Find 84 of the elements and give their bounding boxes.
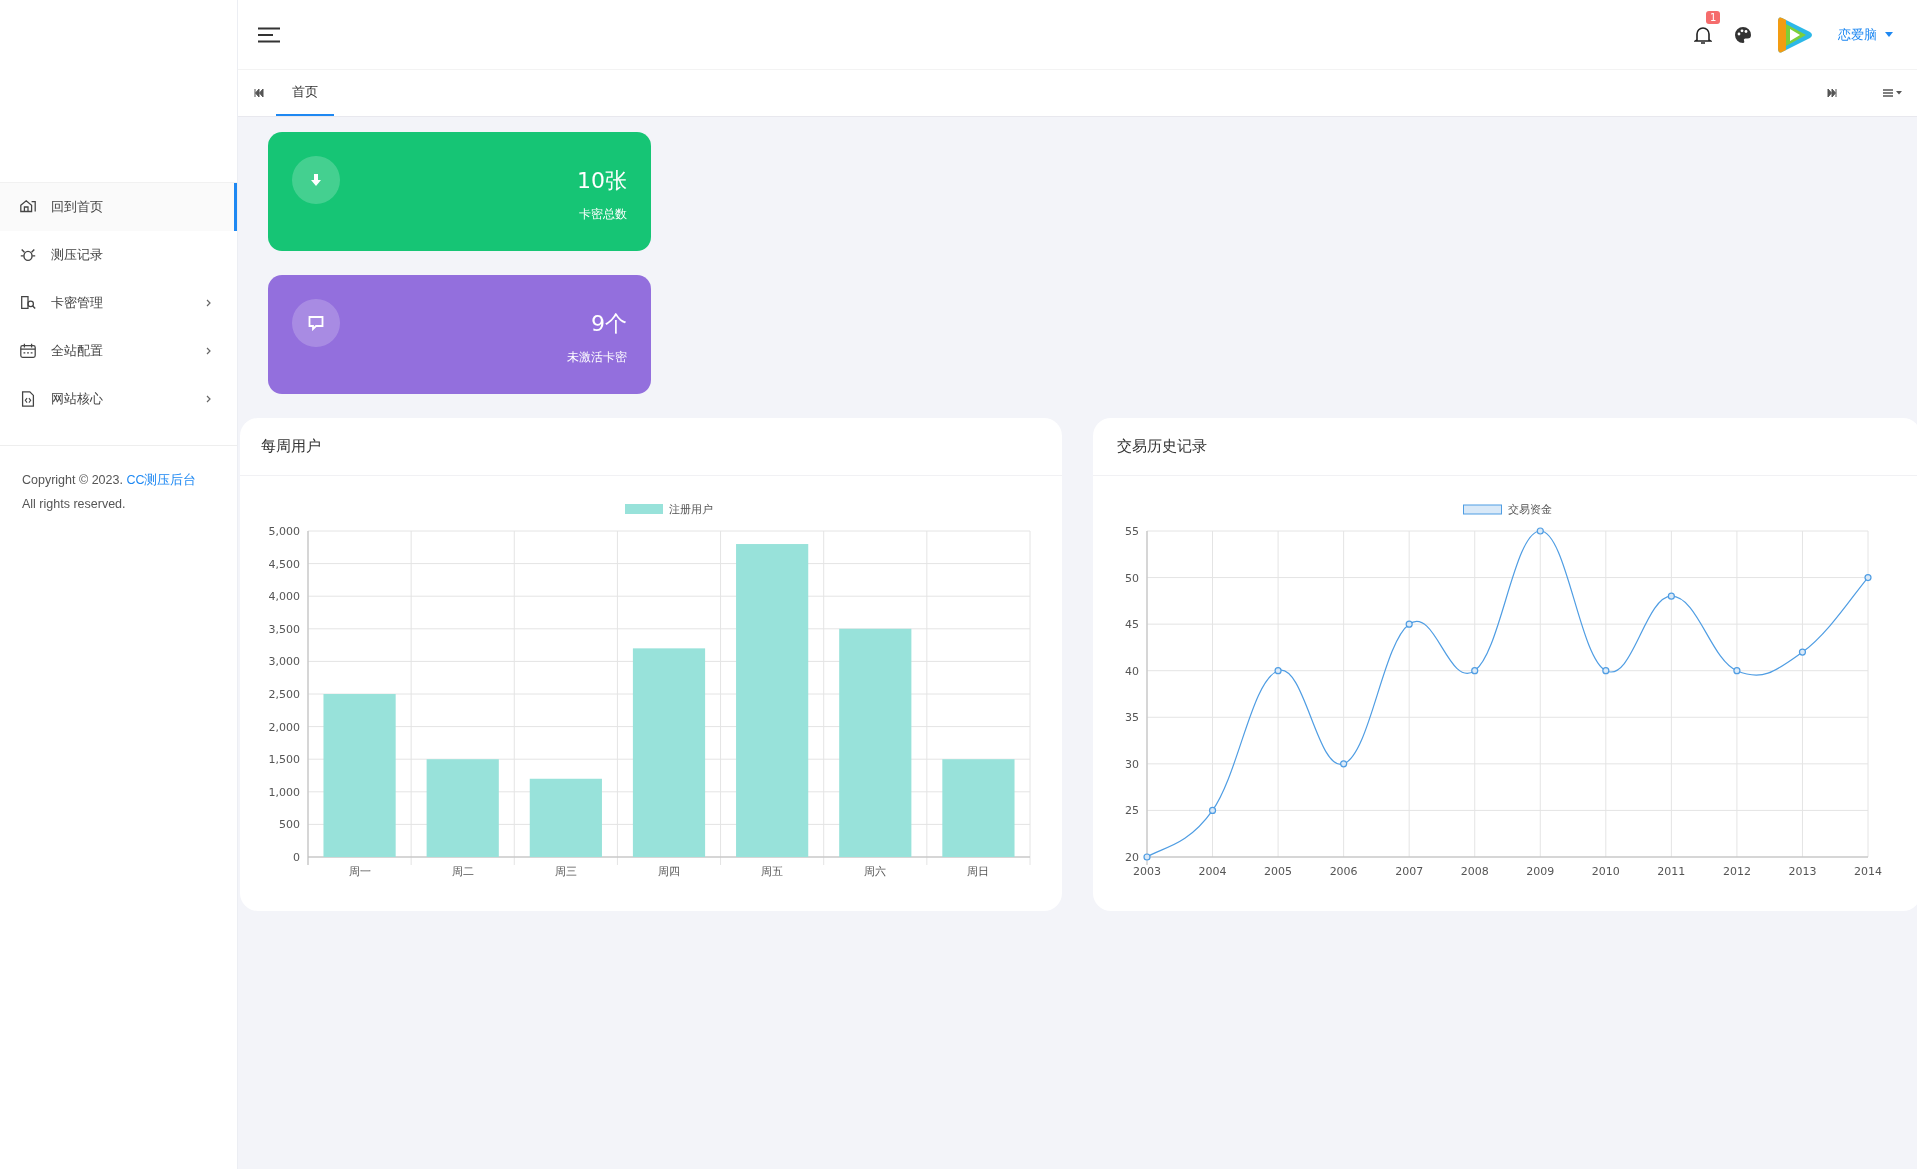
axis-tick-label: 500 xyxy=(279,818,300,832)
download-icon xyxy=(309,173,323,187)
axis-tick-label: 2006 xyxy=(1329,865,1358,878)
axis-tick-label: 20 xyxy=(1125,851,1139,864)
data-point xyxy=(1471,667,1479,675)
data-point xyxy=(1864,573,1872,582)
panel-title: 每周用户 xyxy=(261,437,321,456)
legend-swatch[interactable] xyxy=(1463,504,1502,515)
notification-badge: 1 xyxy=(1706,10,1721,24)
axis-tick-label: 40 xyxy=(1125,664,1139,678)
axis-tick-label: 1,500 xyxy=(268,753,300,767)
axis-tick-label: 2,000 xyxy=(268,720,300,734)
stat-label: 卡密总数 xyxy=(579,206,627,223)
data-point xyxy=(1798,648,1807,656)
sidebar-item[interactable]: 网站核心 xyxy=(0,375,237,423)
axis-tick-label: 0 xyxy=(293,851,300,864)
footer-link[interactable]: CC测压后台 xyxy=(126,473,197,487)
axis-tick-label: 5,000 xyxy=(268,525,300,538)
axis-tick-label: 2010 xyxy=(1591,865,1620,878)
copyright-text: Copyright © 2023. xyxy=(22,473,123,487)
axis-tick-label: 2012 xyxy=(1722,865,1751,878)
panel-title: 交易历史记录 xyxy=(1117,437,1207,456)
legend-swatch[interactable] xyxy=(625,504,663,514)
palette-icon[interactable] xyxy=(1734,25,1752,44)
data-point xyxy=(1143,853,1151,861)
chat-icon xyxy=(308,315,324,331)
tab[interactable]: 首页 xyxy=(276,70,334,116)
axis-tick-label: 周三 xyxy=(554,865,577,878)
axis-tick-label: 周四 xyxy=(658,865,680,878)
axis-tick-label: 2008 xyxy=(1460,865,1489,878)
list-menu-icon[interactable] xyxy=(1883,89,1903,97)
axis-tick-label: 4,500 xyxy=(268,557,300,571)
axis-tick-label: 2009 xyxy=(1526,865,1555,878)
calendar-icon xyxy=(19,342,37,360)
document-search-icon xyxy=(19,294,37,312)
code-file-icon xyxy=(19,390,37,408)
data-point xyxy=(1405,620,1413,628)
data-point xyxy=(1733,667,1741,675)
axis-tick-label: 周二 xyxy=(451,865,474,878)
skip-forward-icon[interactable] xyxy=(1827,89,1837,97)
skip-back-icon[interactable] xyxy=(254,89,264,97)
stat-label: 未激活卡密 xyxy=(567,349,627,366)
data-point xyxy=(1536,527,1544,535)
axis-tick-label: 30 xyxy=(1125,757,1139,771)
axis-tick-label: 2003 xyxy=(1133,865,1161,878)
data-point xyxy=(1602,667,1610,675)
stat-value: 9个 xyxy=(591,310,627,338)
sidebar-item[interactable]: 测压记录 xyxy=(0,231,237,279)
data-point xyxy=(1274,667,1282,675)
axis-tick-label: 55 xyxy=(1125,525,1139,538)
legend-label[interactable]: 交易资金 xyxy=(1507,503,1552,516)
axis-tick-label: 周六 xyxy=(864,865,887,878)
caret-icon xyxy=(1885,32,1893,37)
sidebar-item[interactable]: 回到首页 xyxy=(0,183,237,231)
axis-tick-label: 1,000 xyxy=(268,785,300,799)
stat-value: 10张 xyxy=(577,167,627,195)
axis-tick-label: 周五 xyxy=(761,865,784,878)
axis-tick-label: 2004 xyxy=(1198,865,1227,878)
data-point xyxy=(1208,806,1217,815)
axis-tick-label: 45 xyxy=(1125,618,1139,632)
data-point xyxy=(1340,760,1348,768)
bell-icon[interactable] xyxy=(1694,24,1712,45)
sidebar-item[interactable]: 卡密管理 xyxy=(0,279,237,327)
menu-icon[interactable] xyxy=(258,26,280,43)
axis-tick-label: 2007 xyxy=(1395,865,1424,878)
legend-label[interactable]: 注册用户 xyxy=(669,503,713,516)
bug-icon xyxy=(19,246,37,264)
axis-tick-label: 周日 xyxy=(967,865,990,878)
axis-tick-label: 3,500 xyxy=(268,622,300,636)
axis-tick-label: 2013 xyxy=(1788,865,1817,878)
axis-tick-label: 4,000 xyxy=(268,590,300,604)
rights-text: All rights reserved. xyxy=(22,496,127,513)
user-menu[interactable]: 恋爱脑 xyxy=(1838,25,1893,44)
axis-tick-label: 25 xyxy=(1125,804,1139,818)
axis-tick-label: 2014 xyxy=(1854,865,1882,878)
axis-tick-label: 2005 xyxy=(1264,865,1293,878)
data-point xyxy=(1667,592,1675,600)
axis-tick-label: 3,000 xyxy=(268,655,300,669)
axis-tick-label: 2,500 xyxy=(268,688,300,701)
axis-tick-label: 2011 xyxy=(1657,865,1686,878)
axis-tick-label: 35 xyxy=(1125,711,1139,725)
sidebar-item[interactable]: 全站配置 xyxy=(0,327,237,375)
axis-tick-label: 50 xyxy=(1125,571,1139,585)
axis-tick-label: 周一 xyxy=(348,865,371,878)
